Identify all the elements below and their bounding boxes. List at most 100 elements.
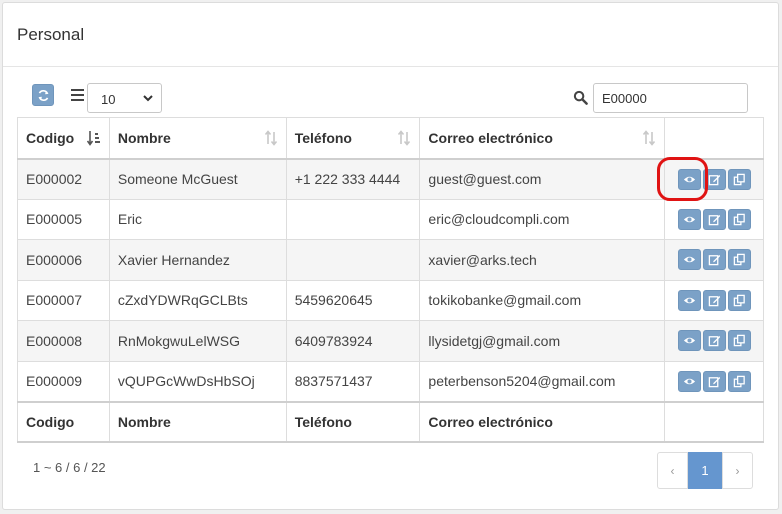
copy-icon bbox=[733, 294, 745, 307]
eye-icon bbox=[683, 297, 695, 304]
view-button[interactable] bbox=[677, 249, 701, 271]
cell-actions bbox=[664, 198, 764, 240]
cell-actions bbox=[664, 279, 764, 321]
duplicate-button[interactable] bbox=[727, 249, 751, 271]
cell-nombre: vQUPGcWwDsHbSOj bbox=[108, 360, 287, 402]
view-button[interactable] bbox=[677, 289, 701, 311]
cell-correo: xavier@arks.tech bbox=[419, 239, 666, 281]
view-button[interactable] bbox=[677, 330, 701, 352]
cell-correo: eric@cloudcompli.com bbox=[419, 198, 666, 240]
duplicate-button[interactable] bbox=[727, 330, 751, 352]
cell-nombre: cZxdYDWRqGCLBts bbox=[108, 279, 287, 321]
page-size-select[interactable]: 10 bbox=[87, 83, 162, 113]
table-row: E000006 Xavier Hernandez xavier@arks.tech bbox=[17, 239, 764, 281]
sort-icon bbox=[642, 130, 656, 146]
footer-telefono: Teléfono bbox=[285, 400, 421, 443]
table-row: E000009 vQUPGcWwDsHbSOj 8837571437 peterben… bbox=[17, 360, 764, 402]
view-button[interactable] bbox=[677, 208, 701, 230]
duplicate-button[interactable] bbox=[727, 370, 751, 392]
table-row: E000005 Eric eric@cloudcompli.com bbox=[17, 198, 764, 240]
view-button[interactable] bbox=[677, 168, 701, 190]
edit-button[interactable] bbox=[702, 370, 726, 392]
sort-icon bbox=[264, 130, 277, 146]
personal-table: Codigo Nombre Teléfono Correo electrónic… bbox=[17, 117, 764, 443]
copy-icon bbox=[733, 253, 745, 266]
cell-actions bbox=[664, 320, 764, 362]
edit-icon bbox=[708, 376, 720, 387]
cell-actions bbox=[664, 239, 764, 281]
eye-icon bbox=[683, 256, 695, 263]
personal-panel: Personal 10 Codigo bbox=[2, 2, 779, 510]
column-header-telefono[interactable]: Teléfono bbox=[285, 117, 421, 160]
cell-actions bbox=[664, 158, 764, 200]
eye-icon bbox=[683, 337, 695, 344]
copy-icon bbox=[733, 173, 745, 185]
cell-correo: peterbenson5204@gmail.com bbox=[419, 360, 666, 402]
column-header-correo[interactable]: Correo electrónico bbox=[419, 117, 666, 160]
cell-nombre: Someone McGuest bbox=[108, 158, 287, 200]
edit-button[interactable] bbox=[702, 330, 726, 352]
cell-telefono: 8837571437 bbox=[285, 360, 421, 402]
cell-correo: tokikobanke@gmail.com bbox=[419, 279, 666, 321]
cell-nombre: Eric bbox=[108, 198, 287, 240]
pagination: ‹ 1 › bbox=[657, 452, 753, 489]
cell-codigo: E000008 bbox=[17, 320, 110, 362]
table-header-row: Codigo Nombre Teléfono Correo electrónic… bbox=[17, 117, 764, 160]
eye-icon bbox=[683, 176, 695, 182]
table-row: E000008 RnMokgwuLelWSG 6409783924 llysidetg… bbox=[17, 320, 764, 362]
copy-icon bbox=[733, 334, 745, 347]
table-toolbar: 10 bbox=[3, 83, 778, 115]
sort-ascending-icon bbox=[86, 131, 100, 146]
cell-actions bbox=[664, 360, 764, 402]
footer-nombre: Nombre bbox=[108, 400, 287, 443]
edit-icon bbox=[708, 255, 720, 266]
table-body: E000002 Someone McGuest +1 222 333 4444 gue… bbox=[17, 158, 764, 402]
cell-correo: guest@guest.com bbox=[419, 158, 666, 200]
refresh-icon bbox=[38, 89, 48, 101]
panel-title: Personal bbox=[3, 3, 778, 67]
duplicate-button[interactable] bbox=[727, 208, 751, 230]
column-header-nombre[interactable]: Nombre bbox=[108, 117, 287, 160]
cell-telefono bbox=[285, 198, 421, 240]
search-icon bbox=[573, 90, 588, 105]
cell-telefono bbox=[285, 239, 421, 281]
edit-icon bbox=[708, 295, 720, 307]
edit-button[interactable] bbox=[702, 208, 726, 230]
table-row: E000002 Someone McGuest +1 222 333 4444 gue… bbox=[17, 158, 764, 200]
cell-nombre: RnMokgwuLelWSG bbox=[108, 320, 287, 362]
copy-icon bbox=[733, 375, 745, 387]
edit-icon bbox=[708, 174, 720, 185]
cell-codigo: E000007 bbox=[17, 279, 110, 321]
footer-codigo: Codigo bbox=[17, 400, 110, 443]
column-header-codigo[interactable]: Codigo bbox=[17, 117, 110, 160]
edit-button[interactable] bbox=[702, 289, 726, 311]
column-header-actions bbox=[664, 117, 764, 160]
edit-button[interactable] bbox=[702, 168, 726, 190]
cell-nombre: Xavier Hernandez bbox=[108, 239, 287, 281]
cell-codigo: E000002 bbox=[17, 158, 110, 200]
view-button[interactable] bbox=[677, 370, 701, 392]
page-size-value: 10 bbox=[101, 92, 116, 107]
copy-icon bbox=[733, 213, 745, 226]
cell-codigo: E000005 bbox=[17, 198, 110, 240]
cell-codigo: E000009 bbox=[17, 360, 110, 402]
page-1-button[interactable]: 1 bbox=[688, 452, 722, 489]
edit-button[interactable] bbox=[702, 249, 726, 271]
eye-icon bbox=[683, 378, 695, 384]
eye-icon bbox=[683, 216, 695, 223]
list-icon bbox=[71, 89, 84, 101]
table-footer-row: Codigo Nombre Teléfono Correo electrónic… bbox=[17, 400, 764, 443]
refresh-button[interactable] bbox=[32, 84, 54, 106]
duplicate-button[interactable] bbox=[727, 168, 751, 190]
footer-actions bbox=[664, 400, 764, 443]
duplicate-button[interactable] bbox=[727, 289, 751, 311]
edit-icon bbox=[708, 214, 720, 226]
cell-telefono: 6409783924 bbox=[285, 320, 421, 362]
search-input[interactable] bbox=[593, 83, 748, 113]
cell-telefono: +1 222 333 4444 bbox=[285, 158, 421, 200]
sort-icon bbox=[398, 130, 411, 146]
prev-page-button[interactable]: ‹ bbox=[657, 452, 688, 489]
next-page-button[interactable]: › bbox=[722, 452, 753, 489]
table-row: E000007 cZxdYDWRqGCLBts 5459620645 tokikoba… bbox=[17, 279, 764, 321]
cell-telefono: 5459620645 bbox=[285, 279, 421, 321]
